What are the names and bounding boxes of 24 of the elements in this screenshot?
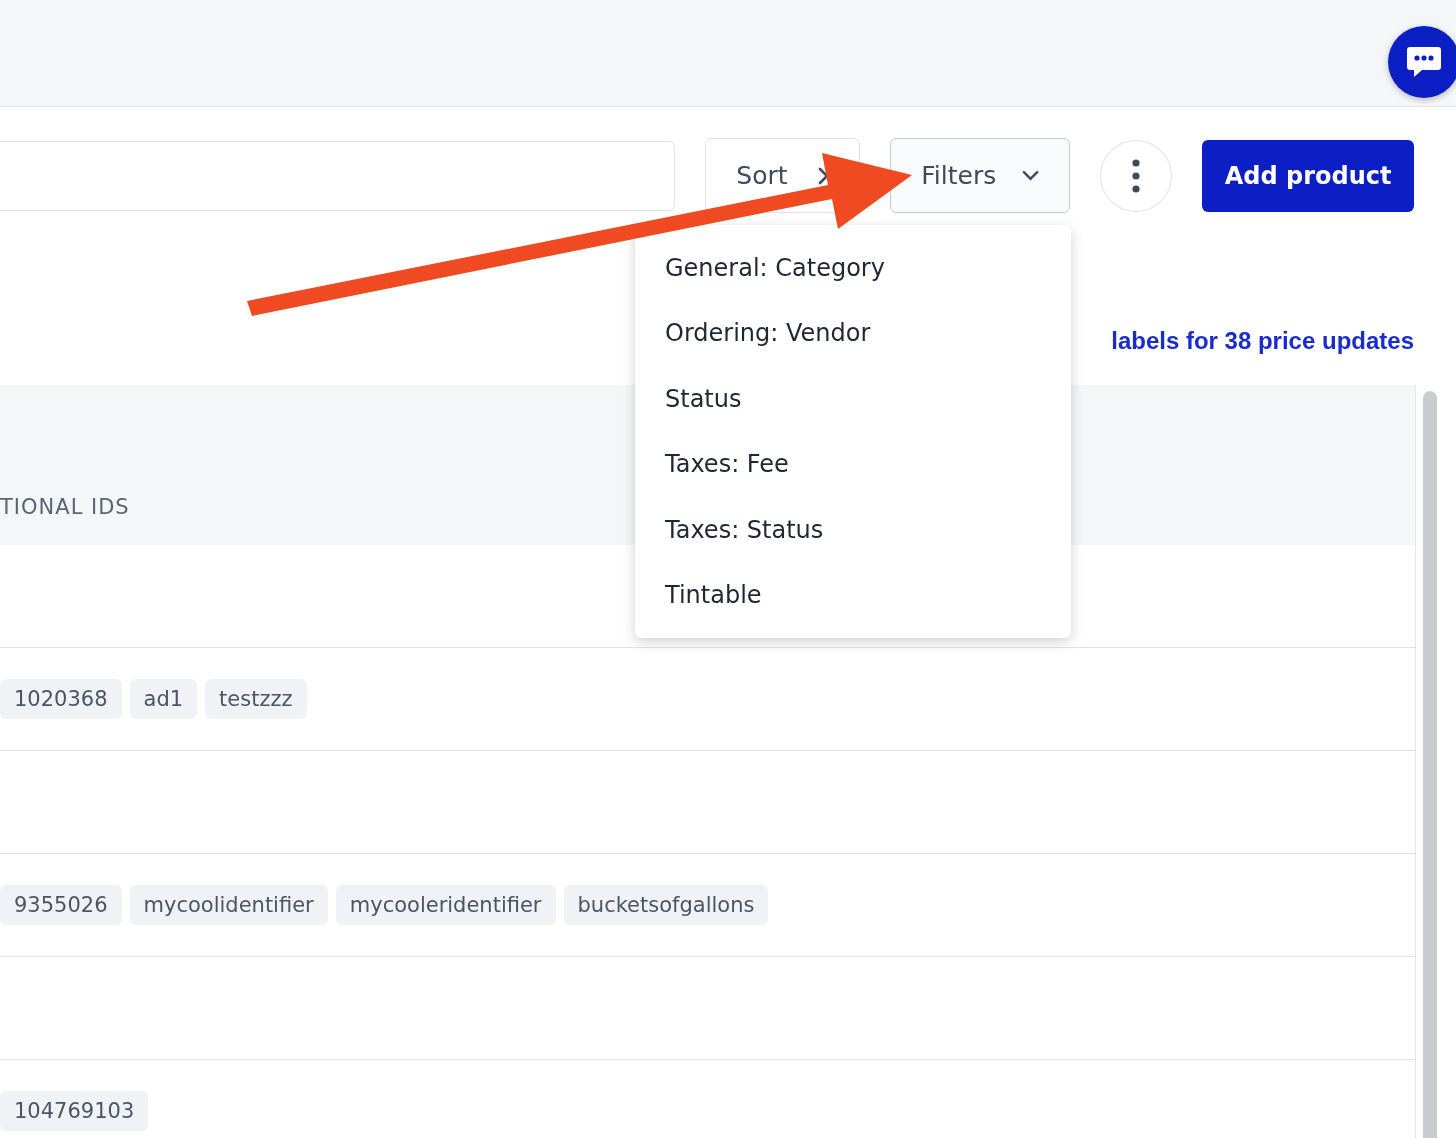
filters-button[interactable]: Filters (890, 138, 1071, 213)
menu-item[interactable]: Status (635, 366, 1071, 432)
chevron-right-icon (817, 166, 829, 185)
id-tag: 104769103 (0, 1091, 149, 1131)
chat-bubble-icon (1406, 45, 1442, 79)
column-header: TIONAL IDS (0, 495, 130, 521)
id-tag: mycoolidentifier (129, 885, 328, 925)
id-tag: 1020368 (0, 679, 122, 719)
search-field[interactable] (0, 140, 676, 211)
id-tag: mycooleridentifier (335, 885, 556, 925)
id-tag: testzzz (205, 679, 307, 719)
scrollbar-thumb[interactable] (1423, 391, 1437, 1138)
chevron-down-icon (1022, 170, 1040, 181)
id-tag: bucketsofgallons (563, 885, 769, 925)
menu-item[interactable]: Tintable (635, 562, 1071, 628)
price-updates-link[interactable]: labels for 38 price updates (1111, 327, 1414, 355)
id-tag: ad1 (129, 679, 198, 719)
menu-item[interactable]: Taxes: Fee (635, 431, 1071, 497)
id-tag: 9355026 (0, 885, 122, 925)
menu-item[interactable]: General: Category (635, 235, 1071, 301)
add-product-button[interactable]: Add product (1202, 139, 1414, 212)
menu-item[interactable]: Ordering: Vendor (635, 300, 1071, 366)
menu-item[interactable]: Taxes: Status (635, 497, 1071, 563)
vertical-dots-icon (1132, 158, 1141, 193)
